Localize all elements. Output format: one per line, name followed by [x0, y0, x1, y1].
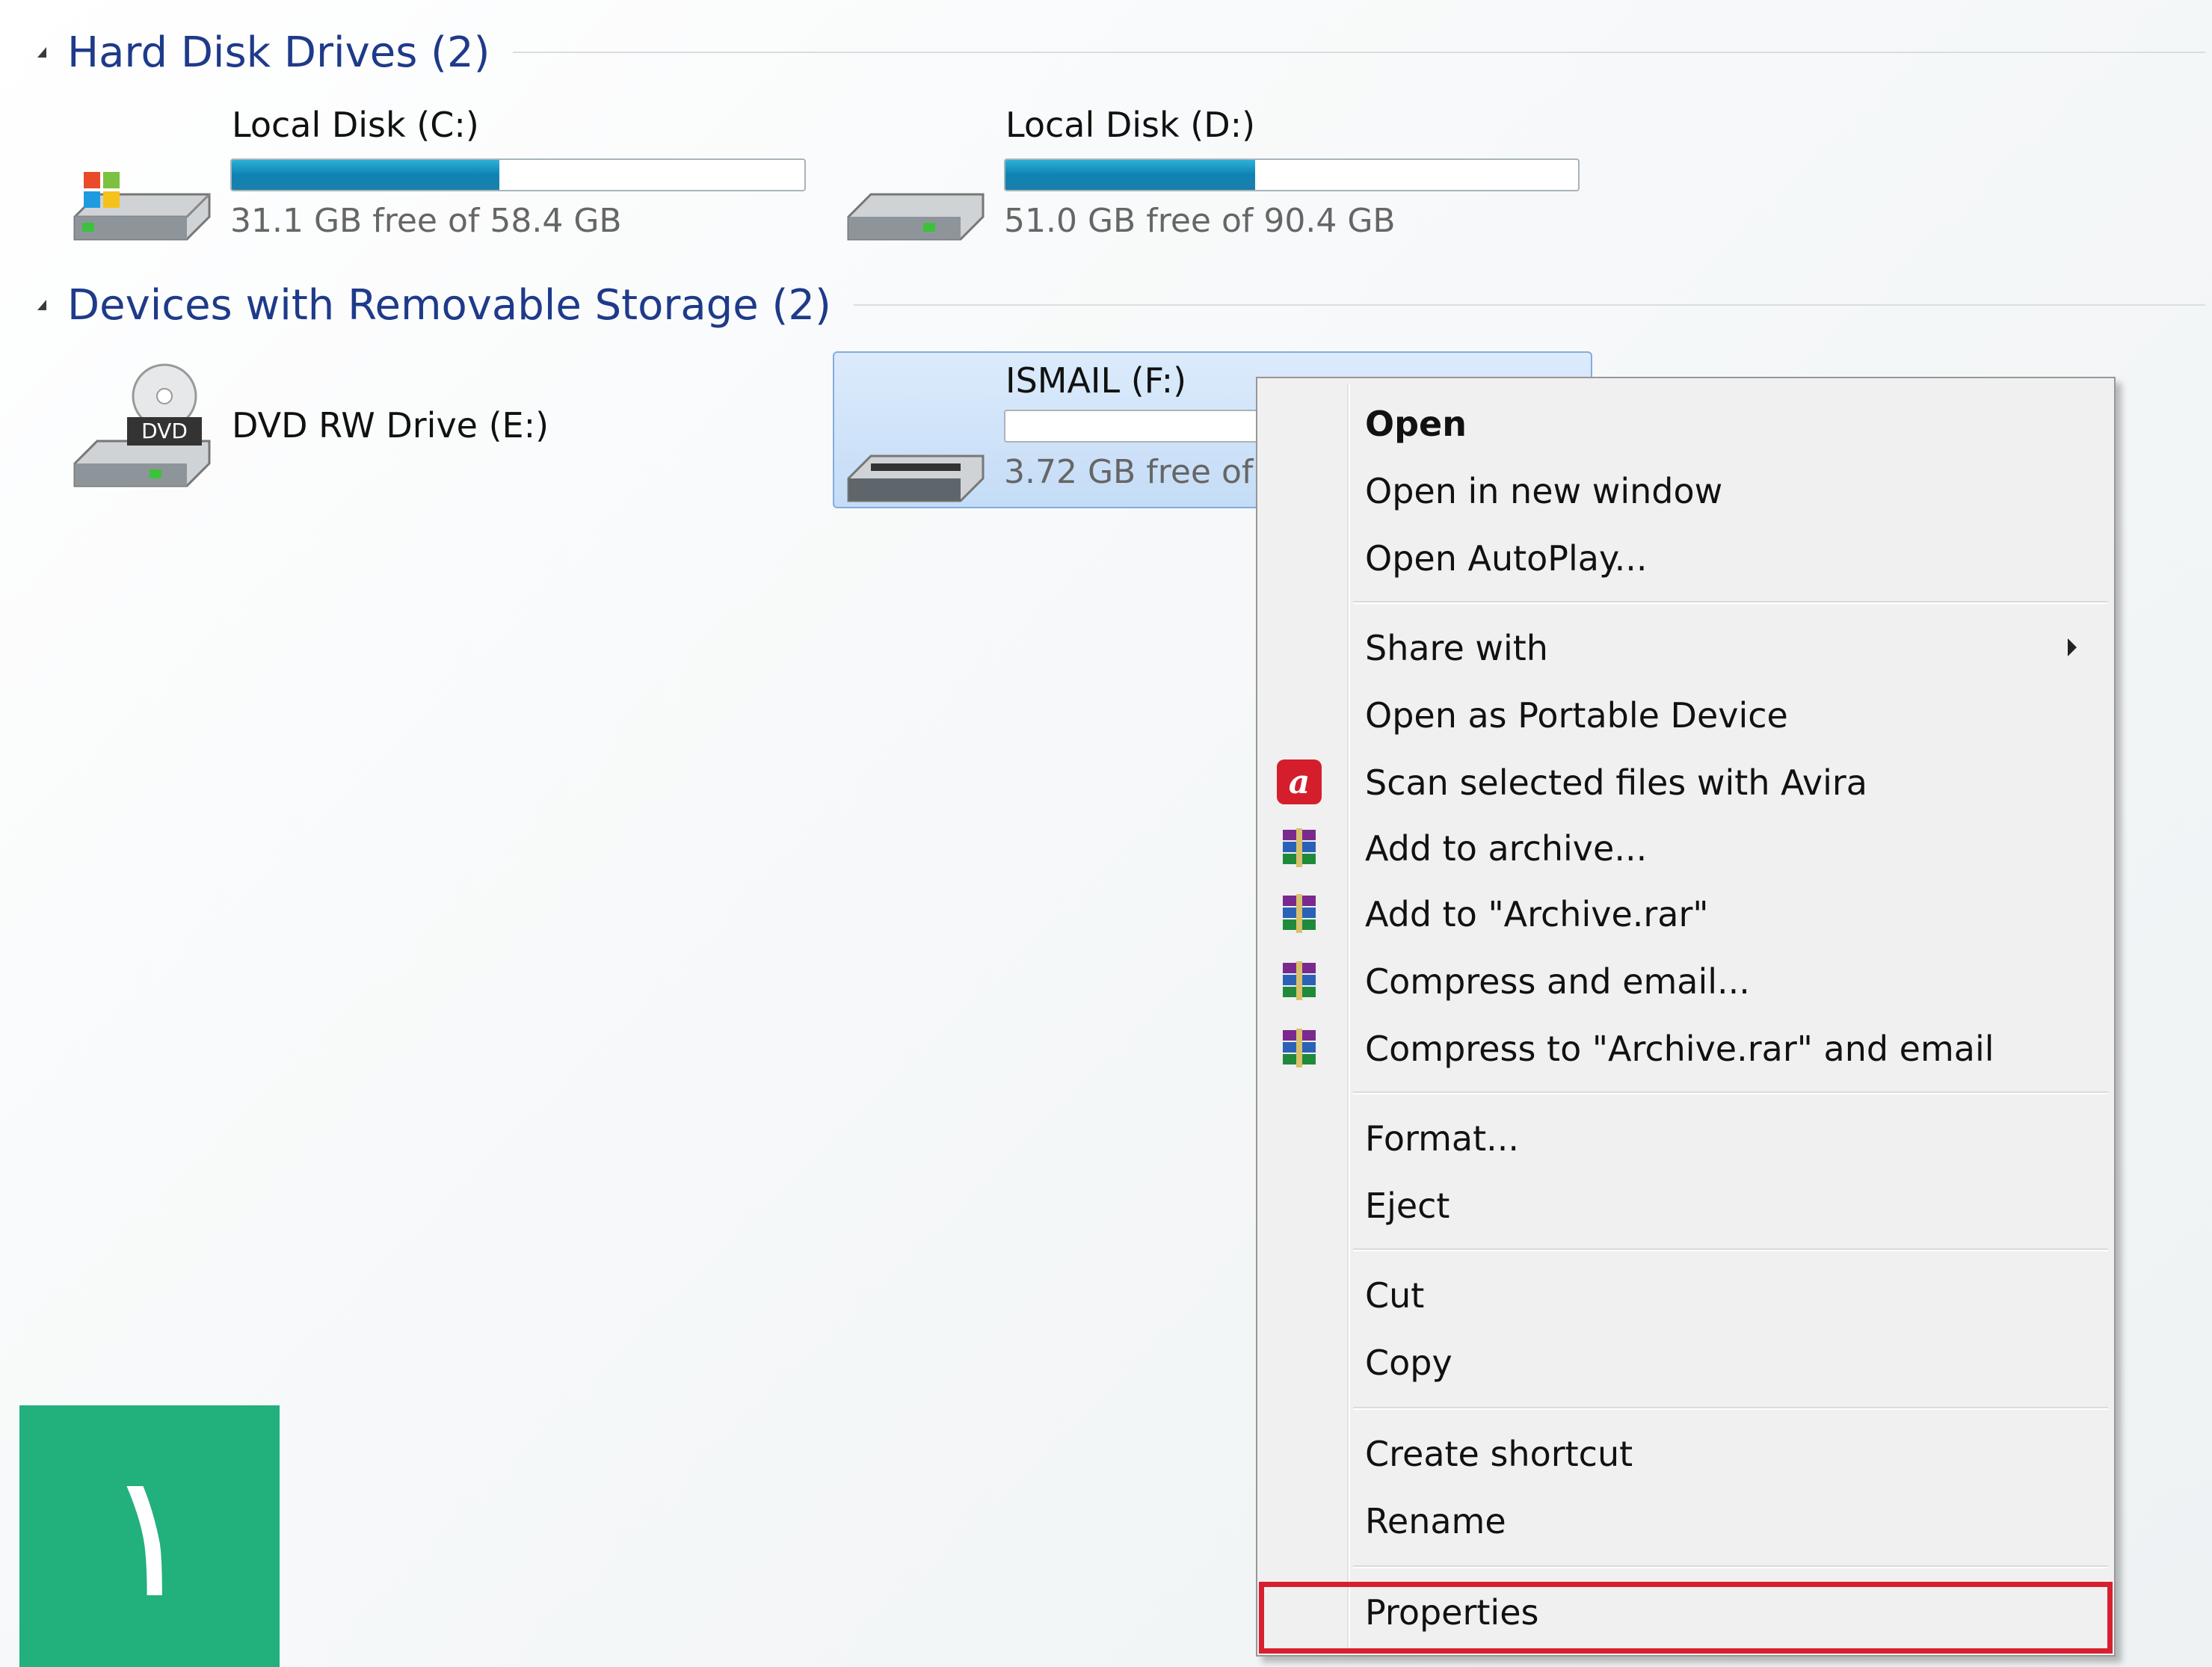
drive-free-space: 31.1 GB free of 58.4 GB	[230, 202, 622, 240]
winrar-icon	[1283, 1029, 1316, 1067]
menu-item-label: Share with	[1365, 628, 1548, 668]
menu-item-share-with[interactable]: Share with	[1259, 617, 2113, 677]
avira-icon: a	[1277, 759, 1322, 804]
menu-item-label: Open	[1365, 404, 1467, 444]
drive-usage-fill	[1005, 160, 1255, 190]
menu-item-label: Compress to "Archive.rar" and email	[1365, 1029, 1994, 1069]
menu-item-format[interactable]: Format...	[1259, 1108, 2113, 1168]
menu-separator	[1353, 1248, 2108, 1251]
step-number-badge: ١	[19, 1405, 280, 1667]
menu-separator	[1353, 1407, 2108, 1410]
menu-item-label: Copy	[1365, 1343, 1452, 1383]
group-title: Hard Disk Drives (2)	[67, 28, 490, 77]
group-divider	[512, 52, 2205, 53]
menu-item-label: Open AutoPlay...	[1365, 538, 1648, 579]
menu-item-cut[interactable]: Cut	[1259, 1265, 2113, 1325]
menu-item-label: Add to "Archive.rar"	[1365, 894, 1709, 934]
submenu-arrow-icon	[2068, 638, 2077, 656]
drive-usage-bar	[1004, 158, 1580, 191]
menu-item-open[interactable]: Open	[1259, 393, 2113, 453]
drive-name: Local Disk (C:)	[232, 105, 479, 145]
winrar-icon	[1283, 894, 1316, 933]
dvd-drive-icon: DVD	[73, 363, 211, 487]
menu-item-compress-and-email[interactable]: Compress and email...	[1259, 951, 2113, 1011]
drive-usage-bar	[230, 158, 806, 191]
menu-item-label: Eject	[1365, 1186, 1450, 1226]
drive-name: DVD RW Drive (E:)	[232, 405, 549, 446]
menu-item-label: Format...	[1365, 1118, 1519, 1159]
menu-item-create-shortcut[interactable]: Create shortcut	[1259, 1423, 2113, 1483]
winrar-icon	[1283, 961, 1316, 1000]
removable-drive-icon	[847, 455, 985, 502]
menu-separator	[1353, 1091, 2108, 1094]
group-divider	[853, 304, 2205, 306]
menu-item-label: Open in new window	[1365, 471, 1723, 511]
menu-item-open-in-new-window[interactable]: Open in new window	[1259, 460, 2113, 520]
context-menu[interactable]: Open Open in new window Open AutoPlay...…	[1256, 377, 2116, 1657]
menu-item-open-autoplay[interactable]: Open AutoPlay...	[1259, 528, 2113, 588]
group-header-removable-storage[interactable]: Devices with Removable Storage (2)	[37, 275, 2205, 335]
dvd-label: DVD	[141, 419, 188, 443]
menu-item-eject[interactable]: Eject	[1259, 1175, 2113, 1235]
drive-name: Local Disk (D:)	[1005, 105, 1256, 145]
windows-hard-drive-icon	[73, 172, 211, 241]
menu-item-label: Scan selected files with Avira	[1365, 762, 1867, 803]
menu-item-scan-with-avira[interactable]: a Scan selected files with Avira	[1259, 752, 2113, 812]
menu-item-label: Create shortcut	[1365, 1434, 1633, 1474]
collapse-triangle-icon[interactable]	[37, 47, 46, 58]
winrar-icon	[1283, 828, 1316, 867]
properties-highlight-box	[1259, 1582, 2113, 1654]
menu-item-label: Open as Portable Device	[1365, 695, 1788, 736]
drive-name: ISMAIL (F:)	[1005, 360, 1187, 401]
menu-item-rename[interactable]: Rename	[1259, 1491, 2113, 1550]
drive-free-space: 51.0 GB free of 90.4 GB	[1004, 202, 1396, 240]
menu-item-label: Rename	[1365, 1501, 1506, 1541]
drive-usage-fill	[232, 160, 499, 190]
menu-separator	[1353, 601, 2108, 604]
menu-item-add-to-archive-rar[interactable]: Add to "Archive.rar"	[1259, 884, 2113, 943]
menu-separator	[1353, 1565, 2108, 1568]
menu-item-add-to-archive[interactable]: Add to archive...	[1259, 818, 2113, 878]
drive-free-space: 3.72 GB free of 3	[1004, 453, 1285, 491]
menu-item-label: Add to archive...	[1365, 828, 1648, 869]
hard-drive-icon	[847, 193, 985, 241]
menu-item-compress-to-archive-rar-and-email[interactable]: Compress to "Archive.rar" and email	[1259, 1018, 2113, 1078]
drive-item-d[interactable]: Local Disk (D:) 51.0 GB free of 90.4 GB	[841, 97, 1589, 247]
menu-item-label: Compress and email...	[1365, 961, 1750, 1002]
drive-item-e[interactable]: DVD DVD RW Drive (E:)	[67, 359, 591, 508]
menu-item-label: Cut	[1365, 1275, 1425, 1316]
menu-item-copy[interactable]: Copy	[1259, 1332, 2113, 1392]
group-title: Devices with Removable Storage (2)	[67, 280, 831, 330]
group-header-hard-disk-drives[interactable]: Hard Disk Drives (2)	[37, 22, 2205, 82]
collapse-triangle-icon[interactable]	[37, 300, 46, 310]
menu-item-open-as-portable-device[interactable]: Open as Portable Device	[1259, 685, 2113, 745]
drive-item-c[interactable]: Local Disk (C:) 31.1 GB free of 58.4 GB	[67, 97, 815, 247]
